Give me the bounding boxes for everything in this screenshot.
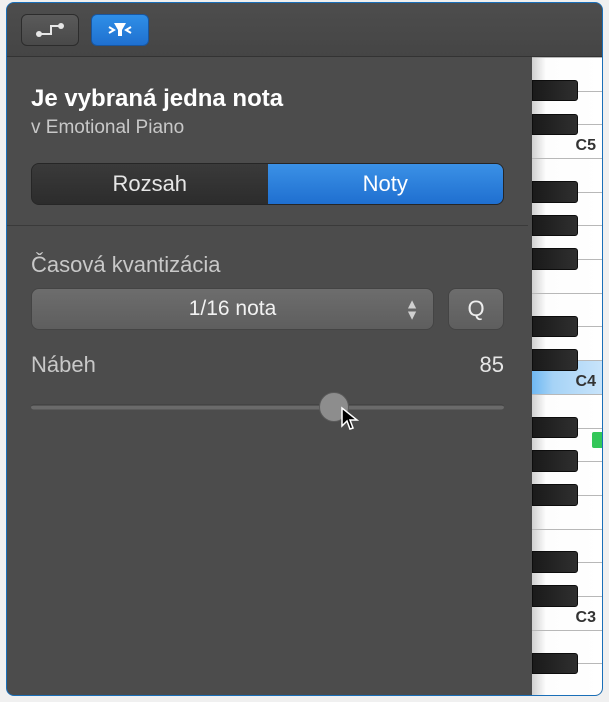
quantize-value-popup[interactable]: 1/16 nota ▲▼ (31, 288, 434, 330)
quantize-apply-button[interactable]: Q (448, 288, 504, 330)
chevron-updown-icon: ▲▼ (405, 299, 419, 320)
inspector-window: Je vybraná jedna nota v Emotional Piano … (6, 2, 603, 696)
black-key[interactable] (532, 215, 578, 237)
selection-title: Je vybraná jedna nota (31, 85, 504, 113)
black-key[interactable] (532, 653, 578, 675)
velocity-slider[interactable] (31, 392, 504, 422)
time-quantize-label: Časová kvantizácia (31, 252, 504, 278)
velocity-value: 85 (480, 352, 504, 378)
body: Je vybraná jedna nota v Emotional Piano … (7, 57, 602, 695)
piano-keys-column: C5 C4 C3 (528, 57, 602, 695)
automation-curve-icon (35, 22, 65, 38)
black-key[interactable] (532, 248, 578, 270)
toolbar (7, 3, 602, 57)
velocity-label: Nábeh (31, 352, 96, 378)
quantize-row: 1/16 nota ▲▼ Q (31, 288, 504, 330)
key-label: C3 (576, 609, 596, 627)
slider-thumb[interactable] (319, 392, 349, 422)
black-key[interactable] (532, 417, 578, 439)
piano-roll-view-button[interactable] (91, 14, 149, 46)
selection-subtitle: v Emotional Piano (31, 117, 504, 139)
black-key[interactable] (532, 551, 578, 573)
black-key[interactable] (532, 484, 578, 506)
key-label: C4 (576, 373, 596, 391)
seg-range[interactable]: Rozsah (32, 164, 268, 204)
key-label: C5 (576, 137, 596, 155)
quantize-value-text: 1/16 nota (189, 297, 277, 321)
black-key[interactable] (532, 181, 578, 203)
automation-view-button[interactable] (21, 14, 79, 46)
black-key[interactable] (532, 450, 578, 472)
black-key[interactable] (532, 349, 578, 371)
divider (7, 225, 528, 226)
black-key[interactable] (532, 585, 578, 607)
playhead-marker (592, 432, 602, 448)
seg-notes[interactable]: Noty (268, 164, 504, 204)
left-panel: Je vybraná jedna nota v Emotional Piano … (7, 57, 528, 695)
slider-track (31, 405, 504, 410)
black-key[interactable] (532, 80, 578, 102)
velocity-header: Nábeh 85 (31, 352, 504, 378)
black-key[interactable] (532, 316, 578, 338)
piano-keys[interactable]: C5 C4 C3 (532, 57, 602, 695)
funnel-quantize-icon (104, 21, 136, 39)
view-segmented-control: Rozsah Noty (31, 163, 504, 205)
black-key[interactable] (532, 114, 578, 136)
